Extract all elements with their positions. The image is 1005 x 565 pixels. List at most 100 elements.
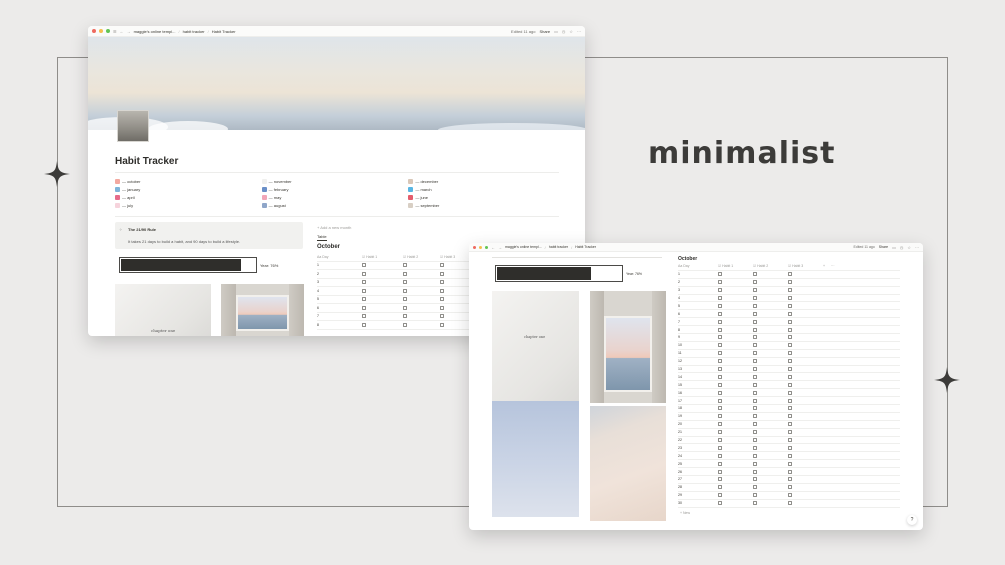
habit-checkbox[interactable] (403, 263, 407, 268)
habit-checkbox[interactable] (718, 430, 722, 435)
habit-checkbox[interactable] (718, 319, 722, 324)
habit-checkbox[interactable] (440, 280, 444, 285)
habit-checkbox[interactable] (753, 335, 757, 340)
habit-checkbox[interactable] (718, 422, 722, 427)
habit-checkbox[interactable] (403, 297, 407, 302)
close-window-button[interactable] (473, 245, 476, 249)
habit-checkbox[interactable] (788, 351, 792, 356)
history-icon[interactable]: ◷ (900, 245, 904, 250)
maximize-window-button[interactable] (106, 29, 110, 33)
table-view-tab[interactable]: Table (317, 234, 327, 241)
habit-checkbox[interactable] (753, 303, 757, 308)
habit-checkbox[interactable] (788, 280, 792, 285)
habit-checkbox[interactable] (753, 461, 757, 466)
breadcrumb-workspace[interactable]: maggie's online templ... (134, 29, 176, 34)
column-header[interactable]: ☑ Habit 1 (362, 255, 403, 259)
habit-checkbox[interactable] (440, 288, 444, 293)
table-row[interactable]: 15 (678, 381, 900, 390)
habit-checkbox[interactable] (403, 271, 407, 276)
sidebar-toggle-icon[interactable]: ☰ (113, 29, 117, 34)
habit-checkbox[interactable] (440, 271, 444, 276)
habit-checkbox[interactable] (718, 501, 722, 506)
habit-checkbox[interactable] (788, 485, 792, 490)
habit-checkbox[interactable] (718, 272, 722, 277)
habit-checkbox[interactable] (753, 390, 757, 395)
month-link[interactable]: — may (261, 195, 409, 200)
habit-checkbox[interactable] (788, 311, 792, 316)
minimize-window-button[interactable] (479, 245, 482, 249)
month-link[interactable]: — september (408, 203, 555, 208)
month-link[interactable]: — march (408, 187, 555, 192)
table-row[interactable]: 29 (678, 492, 900, 500)
habit-checkbox[interactable] (718, 382, 722, 387)
forward-arrow-icon[interactable]: → (498, 245, 502, 250)
habit-checkbox[interactable] (718, 367, 722, 372)
habit-checkbox[interactable] (718, 414, 722, 419)
habit-checkbox[interactable] (362, 305, 366, 310)
table-row[interactable]: 23 (678, 444, 900, 453)
habit-checkbox[interactable] (753, 296, 757, 300)
minimize-window-button[interactable] (99, 29, 103, 33)
table-row[interactable]: 16 (678, 389, 900, 398)
month-link[interactable]: — december (408, 179, 555, 184)
habit-checkbox[interactable] (362, 322, 366, 327)
habit-checkbox[interactable] (753, 288, 757, 293)
habit-checkbox[interactable] (788, 430, 792, 435)
month-link[interactable]: — february (261, 187, 409, 192)
breadcrumb-habit-tracker[interactable]: Habit Tracker (212, 29, 236, 34)
table-row[interactable]: 28 (678, 484, 900, 492)
month-link[interactable]: — august (261, 203, 409, 208)
habit-checkbox[interactable] (718, 327, 722, 332)
favorite-star-icon[interactable]: ☆ (907, 245, 911, 250)
column-header[interactable]: ☑ Habit 2 (403, 255, 440, 259)
table-row[interactable]: 17 (678, 397, 900, 406)
habit-checkbox[interactable] (788, 343, 792, 348)
table-row[interactable]: 22 (678, 437, 900, 445)
column-header[interactable]: ☑ Habit 2 (753, 264, 788, 268)
habit-checkbox[interactable] (718, 343, 722, 348)
habit-checkbox[interactable] (753, 469, 757, 474)
habit-checkbox[interactable] (718, 390, 722, 395)
habit-checkbox[interactable] (753, 493, 757, 498)
habit-checkbox[interactable] (753, 351, 757, 356)
habit-checkbox[interactable] (362, 297, 366, 302)
habit-checkbox[interactable] (718, 453, 722, 458)
habit-checkbox[interactable] (788, 390, 792, 395)
table-row[interactable]: 8 (678, 326, 900, 335)
back-arrow-icon[interactable]: ← (120, 29, 124, 34)
habit-checkbox[interactable] (753, 319, 757, 324)
habit-checkbox[interactable] (788, 296, 792, 300)
column-header[interactable]: Aa Day (317, 255, 362, 259)
habit-checkbox[interactable] (718, 477, 722, 482)
habit-checkbox[interactable] (753, 406, 757, 411)
habit-checkbox[interactable] (718, 288, 722, 293)
habit-checkbox[interactable] (753, 485, 757, 490)
habit-checkbox[interactable] (718, 493, 722, 498)
table-row[interactable]: 10 (678, 342, 900, 350)
table-row[interactable]: 24 (678, 452, 900, 461)
habit-checkbox[interactable] (718, 351, 722, 356)
table-row[interactable]: 27 (678, 476, 900, 484)
help-button[interactable]: ? (907, 515, 917, 525)
breadcrumb-habit-tracker[interactable]: Habit Tracker (575, 245, 596, 249)
habit-checkbox[interactable] (788, 461, 792, 466)
habit-checkbox[interactable] (718, 303, 722, 308)
table-row[interactable]: 18 (678, 405, 900, 413)
habit-checkbox[interactable] (403, 305, 407, 310)
habit-checkbox[interactable] (718, 469, 722, 474)
table-row[interactable]: 26 (678, 468, 900, 477)
table-row[interactable]: 5 (678, 302, 900, 311)
habit-checkbox[interactable] (718, 335, 722, 340)
column-header[interactable]: ☑ Habit 3 (788, 264, 823, 268)
habit-checkbox[interactable] (753, 311, 757, 316)
habit-checkbox[interactable] (788, 303, 792, 308)
habit-checkbox[interactable] (718, 398, 722, 403)
habit-checkbox[interactable] (753, 501, 757, 506)
habit-checkbox[interactable] (753, 477, 757, 482)
habit-checkbox[interactable] (718, 280, 722, 285)
habit-checkbox[interactable] (753, 327, 757, 332)
share-button[interactable]: Share (879, 245, 888, 249)
habit-checkbox[interactable] (788, 438, 792, 443)
habit-checkbox[interactable] (718, 311, 722, 316)
habit-checkbox[interactable] (788, 319, 792, 324)
